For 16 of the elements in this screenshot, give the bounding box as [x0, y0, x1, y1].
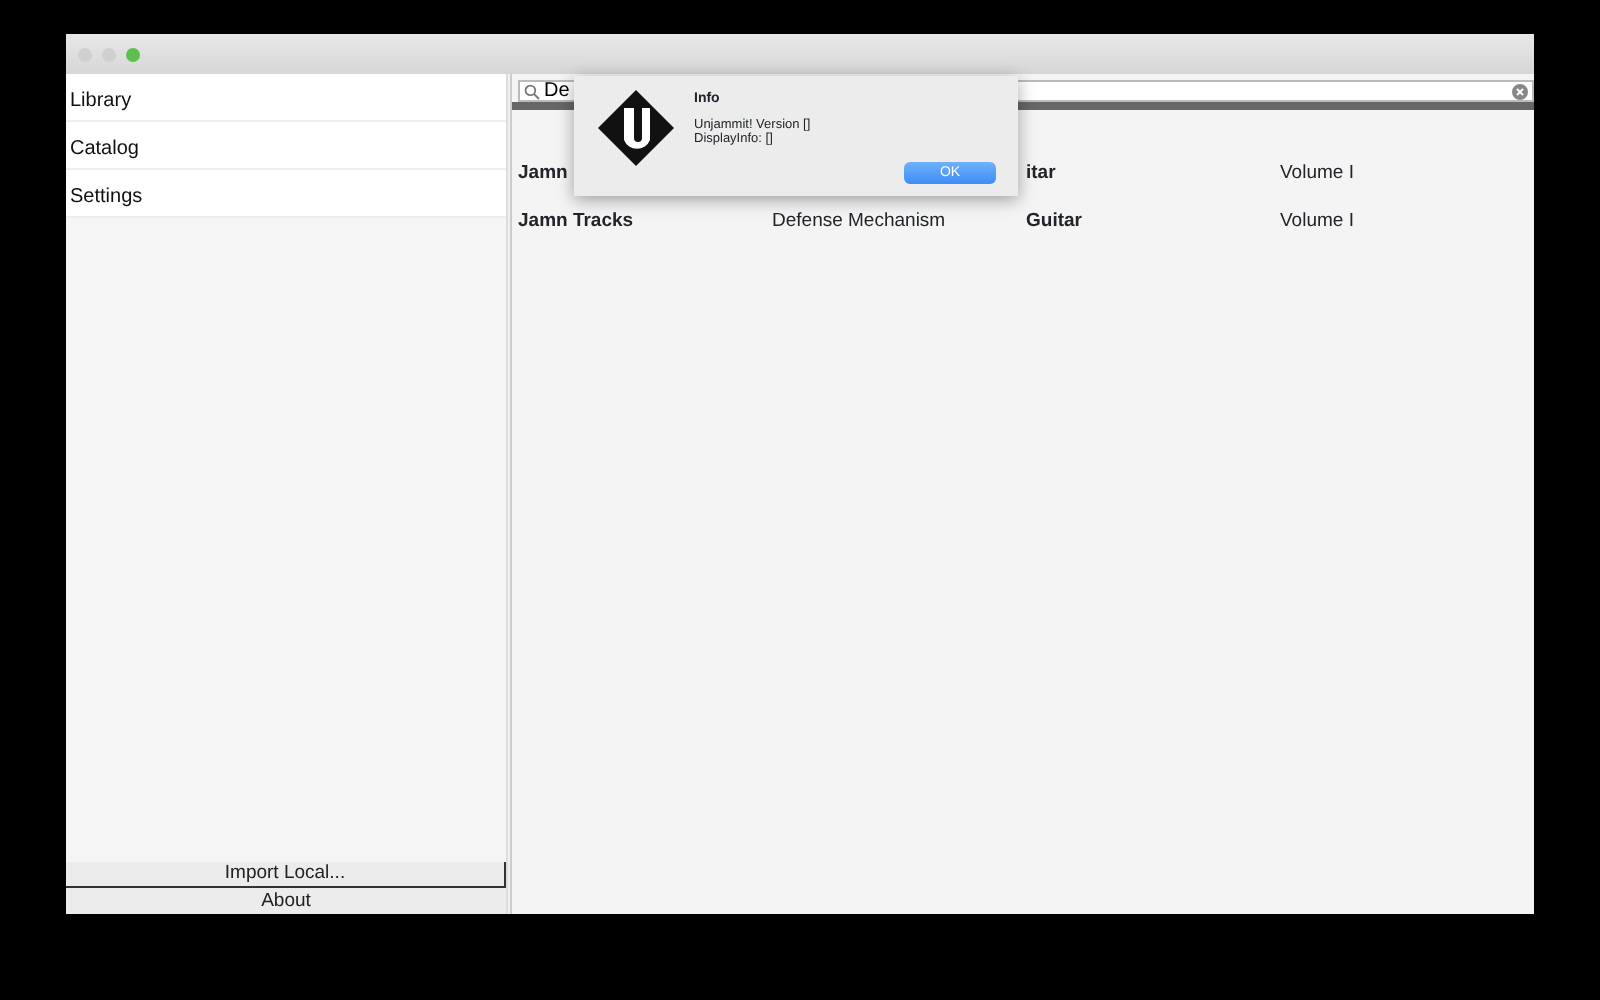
table-cell-text: itar [1026, 159, 1058, 188]
logo-icon [598, 90, 674, 166]
window-zoom-button[interactable] [126, 47, 140, 61]
table-cell-text: Jamn Tracks [518, 207, 636, 236]
import-button[interactable]: Import Local... [66, 862, 506, 888]
sidebar-item[interactable]: Library [66, 74, 506, 122]
about-button[interactable]: About [66, 888, 506, 914]
table-cell-text: Guitar [1026, 207, 1084, 236]
table-cell-text: Volume I [1280, 207, 1356, 236]
sidebar-item[interactable]: Catalog [66, 122, 506, 170]
table-cell-text: Volume I [1280, 159, 1356, 188]
sidebar-item[interactable]: Settings [66, 170, 506, 218]
clear-icon[interactable] [1512, 83, 1528, 99]
table-cell-text: Jamn [518, 159, 570, 188]
table-cell-text: Defense Mechanism [772, 207, 948, 236]
search-icon [524, 83, 540, 99]
